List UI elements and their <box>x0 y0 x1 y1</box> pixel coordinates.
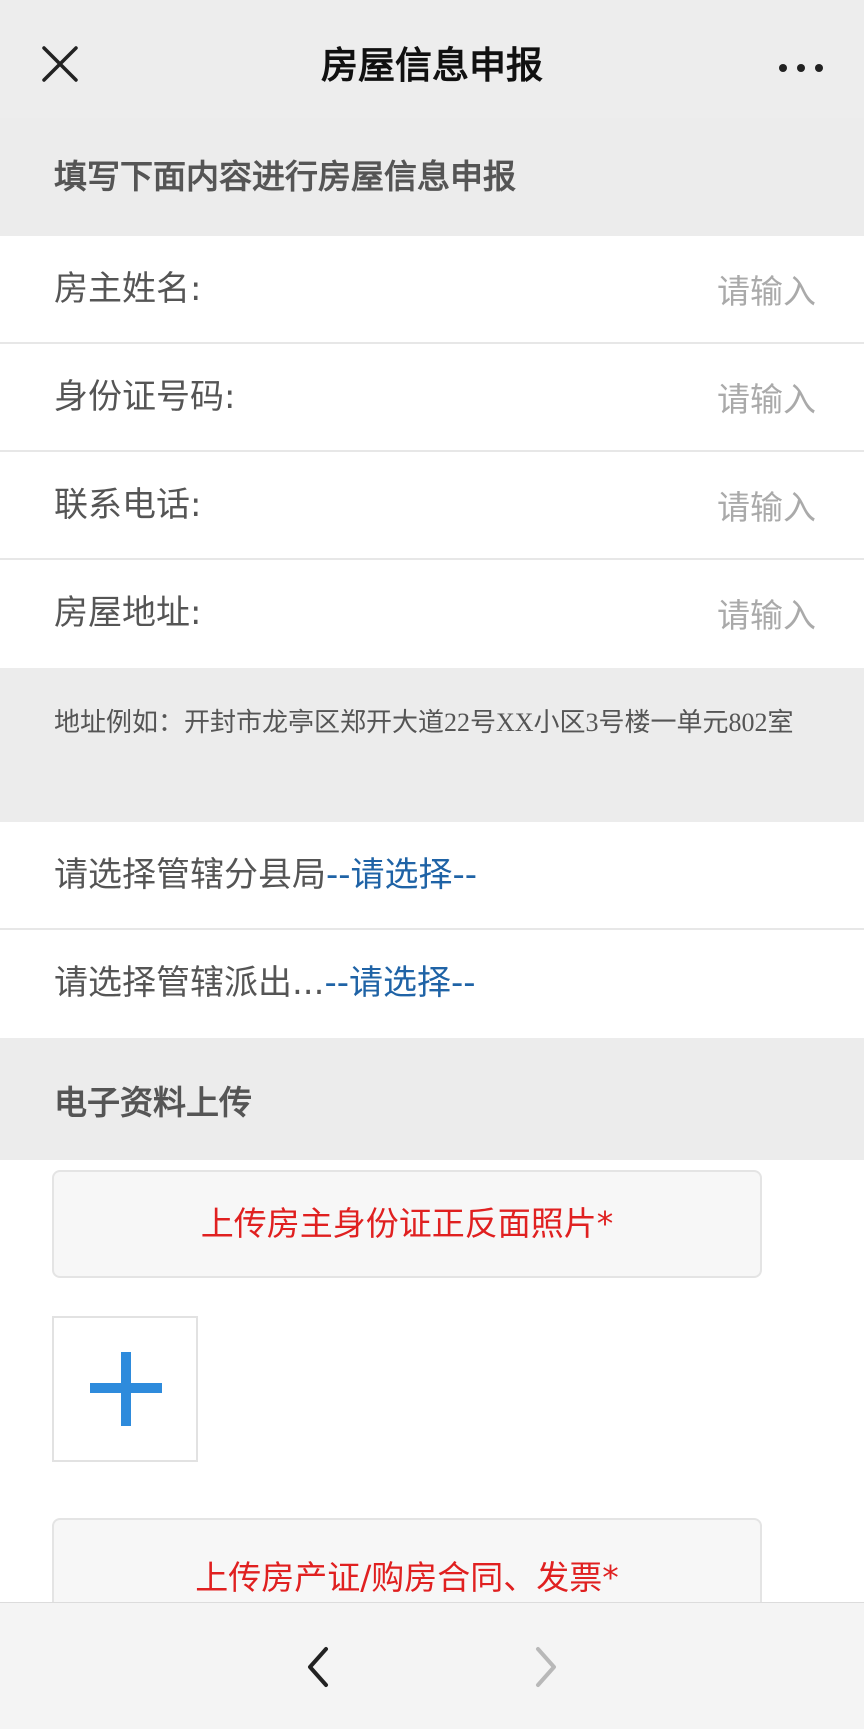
police-station-label: 请选择管辖派出... <box>54 963 325 1003</box>
id-number-row: 身份证号码: <box>0 344 864 452</box>
bottom-nav-bar <box>0 1602 864 1729</box>
upload-title: 电子资料上传 <box>54 1083 252 1122</box>
id-number-input[interactable] <box>454 370 818 428</box>
owner-name-label: 房主姓名: <box>54 269 202 309</box>
upload-id-card-button[interactable]: 上传房主身份证正反面照片* <box>52 1170 762 1278</box>
phone-label: 联系电话: <box>54 485 202 525</box>
more-dots-icon[interactable] <box>776 46 826 86</box>
owner-name-input[interactable] <box>454 262 818 320</box>
chevron-left-icon[interactable] <box>298 1643 342 1691</box>
upload-section: 电子资料上传 <box>0 1038 864 1160</box>
police-station-select-row[interactable]: 请选择管辖派出...--请选择-- <box>0 930 864 1038</box>
address-hint: 地址例如：开封市龙亭区郑开大道22号XX小区3号楼一单元802室 <box>54 708 794 737</box>
page-title: 房屋信息申报 <box>321 44 543 87</box>
top-bar: 房屋信息申报 <box>0 0 864 118</box>
county-bureau-select-row[interactable]: 请选择管辖分县局--请选择-- <box>0 822 864 930</box>
upload-id-card-label: 上传房主身份证正反面照片* <box>200 1204 614 1243</box>
plus-icon <box>90 1352 162 1426</box>
police-station-select[interactable]: --请选择-- <box>324 963 475 1003</box>
county-bureau-label: 请选择管辖分县局 <box>54 855 326 895</box>
address-input[interactable] <box>454 586 818 644</box>
address-label: 房屋地址: <box>54 593 202 633</box>
intro-title: 填写下面内容进行房屋信息申报 <box>54 157 516 196</box>
owner-name-row: 房主姓名: <box>0 236 864 344</box>
phone-row: 联系电话: <box>0 452 864 560</box>
id-number-label: 身份证号码: <box>54 377 236 417</box>
address-hint-section: 地址例如：开封市龙亭区郑开大道22号XX小区3号楼一单元802室 <box>0 668 864 822</box>
intro-section: 填写下面内容进行房屋信息申报 <box>0 118 864 236</box>
chevron-right-icon[interactable] <box>522 1643 566 1691</box>
add-image-button[interactable] <box>52 1316 198 1462</box>
phone-input[interactable] <box>454 478 818 536</box>
address-row: 房屋地址: <box>0 560 864 668</box>
county-bureau-select[interactable]: --请选择-- <box>326 855 477 895</box>
